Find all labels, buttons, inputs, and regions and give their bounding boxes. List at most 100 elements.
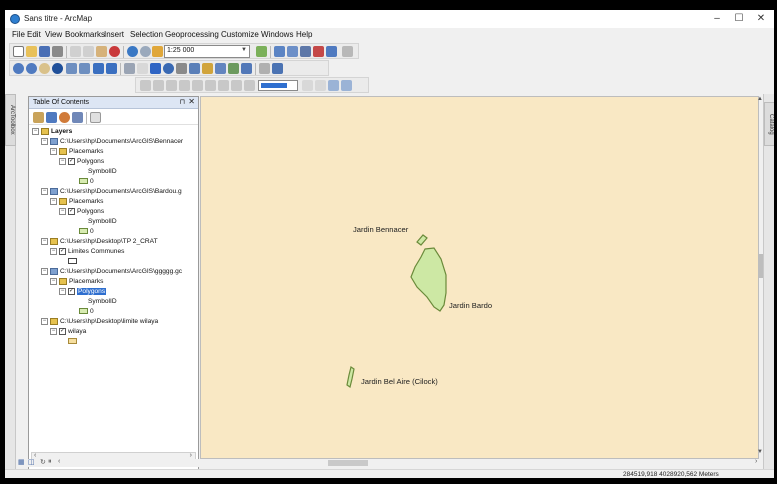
table-of-contents-icon[interactable] — [274, 46, 285, 57]
open-folder-icon[interactable] — [26, 46, 37, 57]
list-by-source-icon[interactable] — [46, 112, 57, 123]
toc-node-source-2[interactable]: − C:\Users\hp\Desktop\TP 2_CRAT — [41, 237, 158, 246]
catalog-tab[interactable]: Catalog — [764, 102, 774, 146]
symbol-swatch[interactable] — [79, 228, 88, 235]
draw-tool-icon[interactable] — [140, 80, 151, 91]
list-by-visibility-icon[interactable] — [59, 112, 70, 123]
draw-tool-icon[interactable] — [231, 80, 242, 91]
collapse-icon[interactable]: − — [50, 247, 57, 255]
options-icon[interactable] — [90, 112, 101, 123]
pan-icon[interactable] — [39, 63, 50, 74]
forward-arrow-icon[interactable] — [106, 63, 117, 74]
draw-tool-icon[interactable] — [218, 80, 229, 91]
visibility-checkbox[interactable]: ✓ — [68, 287, 75, 295]
scroll-thumb[interactable] — [328, 460, 368, 466]
arctoolbox-icon[interactable] — [313, 46, 324, 57]
map-horizontal-scrollbar[interactable]: ▦ ◫ ↻ ⏸ ‹ › — [16, 458, 763, 467]
toc-node-placemarks-1[interactable]: − Placemarks — [50, 197, 103, 206]
toc-node-placemarks-3[interactable]: − Placemarks — [50, 277, 103, 286]
draw-tool-icon[interactable] — [315, 80, 326, 91]
menu-insert[interactable]: Insert — [104, 30, 124, 39]
undo-icon[interactable] — [127, 46, 138, 57]
menu-help[interactable]: Help — [296, 30, 312, 39]
new-document-icon[interactable] — [13, 46, 24, 57]
symbol-swatch[interactable] — [68, 258, 77, 265]
map-canvas[interactable] — [201, 97, 758, 458]
toc-node-placemarks-0[interactable]: − Placemarks — [50, 147, 103, 156]
symbol-swatch[interactable] — [68, 338, 77, 345]
map-scale-box[interactable]: 1:25 000 ▼ — [164, 45, 250, 58]
draw-tool-icon[interactable] — [328, 80, 339, 91]
refresh-icon[interactable]: ↻ — [40, 458, 46, 466]
print-icon[interactable] — [52, 46, 63, 57]
legend-item[interactable]: 0 — [79, 227, 94, 236]
collapse-icon[interactable]: − — [50, 277, 57, 285]
draw-tool-icon[interactable] — [341, 80, 352, 91]
create-viewer-icon[interactable] — [272, 63, 283, 74]
toc-node-source-3[interactable]: − C:\Users\hp\Documents\ArcGIS\ggggg.gc — [41, 267, 182, 276]
toc-node-source-0[interactable]: − C:\Users\hp\Documents\ArcGIS\Bennacer — [41, 137, 183, 146]
toc-node-source-1[interactable]: − C:\Users\hp\Documents\ArcGIS\Bardou.g — [41, 187, 182, 196]
catalog-window-icon[interactable] — [287, 46, 298, 57]
collapse-icon[interactable]: − — [50, 147, 57, 155]
draw-tool-icon[interactable] — [302, 80, 313, 91]
scroll-left-icon[interactable]: ‹ — [58, 458, 60, 465]
collapse-icon[interactable]: − — [41, 267, 48, 275]
collapse-icon[interactable]: − — [41, 137, 48, 145]
select-elements-icon[interactable] — [150, 63, 161, 74]
list-by-drawing-order-icon[interactable] — [33, 112, 44, 123]
fixed-zoom-in-icon[interactable] — [66, 63, 77, 74]
scroll-right-icon[interactable]: › — [190, 452, 192, 459]
symbol-swatch[interactable] — [79, 178, 88, 185]
delete-icon[interactable] — [109, 46, 120, 57]
collapse-icon[interactable]: − — [41, 187, 48, 195]
menu-bookmarks[interactable]: Bookmarks — [65, 30, 105, 39]
collapse-icon[interactable]: − — [41, 237, 48, 245]
add-data-icon[interactable] — [152, 46, 163, 57]
layout-view-icon[interactable]: ▦ — [18, 458, 25, 466]
select-features-icon[interactable] — [124, 63, 135, 74]
draw-tool-icon[interactable] — [166, 80, 177, 91]
toc-node-layers[interactable]: − Layers — [32, 127, 72, 136]
draw-tool-icon[interactable] — [153, 80, 164, 91]
data-view-icon[interactable]: ◫ — [28, 458, 35, 466]
visibility-checkbox[interactable]: ✓ — [59, 327, 66, 335]
legend-item[interactable]: 0 — [79, 307, 94, 316]
scroll-right-icon[interactable]: › — [755, 458, 757, 465]
toc-node-wilaya[interactable]: − ✓ wilaya — [50, 327, 86, 336]
identify-icon[interactable] — [163, 63, 174, 74]
polygon-jardin-bel-aire[interactable] — [346, 366, 355, 388]
legend-item[interactable]: 0 — [79, 177, 94, 186]
copy-icon[interactable] — [83, 46, 94, 57]
polygon-jardin-bardo[interactable] — [410, 247, 447, 312]
map-view[interactable]: Jardin Bennacer Jardin Bardo Jardin Bel … — [200, 96, 759, 459]
toc-node-polygons-0[interactable]: − ✓ Polygons — [59, 157, 104, 166]
visibility-checkbox[interactable]: ✓ — [68, 157, 75, 165]
pin-icon[interactable]: ⊓ — [180, 98, 185, 106]
collapse-icon[interactable]: − — [59, 207, 66, 215]
collapse-icon[interactable]: − — [32, 127, 39, 135]
visibility-checkbox[interactable]: ✓ — [59, 247, 66, 255]
fixed-zoom-out-icon[interactable] — [79, 63, 90, 74]
toc-node-polygons-3[interactable]: − ✓ Polygons — [59, 287, 107, 296]
collapse-icon[interactable]: − — [50, 327, 57, 335]
hyperlink-icon[interactable] — [176, 63, 187, 74]
menu-edit[interactable]: Edit — [27, 30, 41, 39]
editor-toolbar-icon[interactable] — [256, 46, 267, 57]
menu-file[interactable]: File — [12, 30, 25, 39]
find-icon[interactable] — [215, 63, 226, 74]
toc-close-button[interactable]: ✕ — [188, 97, 195, 106]
toc-node-limites-communes[interactable]: − ✓ Limites Communes — [50, 247, 124, 256]
cut-icon[interactable] — [70, 46, 81, 57]
arctoolbox-tab[interactable]: ArcToolbox — [5, 94, 16, 146]
back-arrow-icon[interactable] — [93, 63, 104, 74]
menu-view[interactable]: View — [45, 30, 62, 39]
draw-tool-icon[interactable] — [205, 80, 216, 91]
zoom-out-icon[interactable] — [26, 63, 37, 74]
zoom-in-icon[interactable] — [13, 63, 24, 74]
redo-icon[interactable] — [140, 46, 151, 57]
maximize-button[interactable]: ☐ — [729, 12, 749, 26]
draw-tool-icon[interactable] — [179, 80, 190, 91]
full-extent-icon[interactable] — [52, 63, 63, 74]
menu-geoprocessing[interactable]: Geoprocessing — [165, 30, 219, 39]
